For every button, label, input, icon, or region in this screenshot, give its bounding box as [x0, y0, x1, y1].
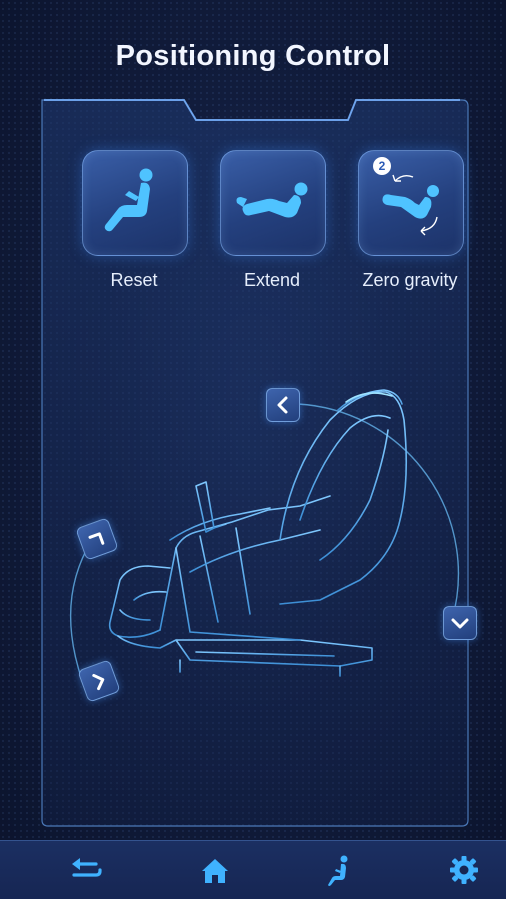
home-button[interactable] — [195, 851, 235, 889]
reset-button[interactable] — [82, 150, 188, 256]
backrest-up-button[interactable] — [266, 388, 300, 422]
seated-person-icon — [328, 855, 348, 886]
back-arrow-icon — [72, 858, 102, 877]
zero-gravity-label: Zero gravity — [362, 270, 458, 290]
reset-label: Reset — [110, 270, 158, 290]
control-panel-frame — [41, 99, 469, 827]
chevron-left-icon — [277, 396, 288, 414]
extend-label: Extend — [243, 270, 301, 290]
zero-gravity-icon — [382, 174, 439, 236]
back-button[interactable] — [66, 851, 106, 889]
chair-button[interactable] — [320, 851, 360, 889]
gear-icon — [450, 856, 478, 884]
zero-gravity-button[interactable]: 2 — [358, 150, 464, 256]
settings-button[interactable] — [444, 851, 484, 889]
recline-extend-icon — [236, 182, 308, 218]
extend-button[interactable] — [220, 150, 326, 256]
chevron-down-icon — [451, 618, 469, 629]
home-icon — [202, 859, 228, 883]
recline-reset-icon — [104, 168, 153, 232]
bottom-nav — [0, 840, 506, 899]
backrest-down-button[interactable] — [443, 606, 477, 640]
page-title: Positioning Control — [115, 40, 391, 72]
